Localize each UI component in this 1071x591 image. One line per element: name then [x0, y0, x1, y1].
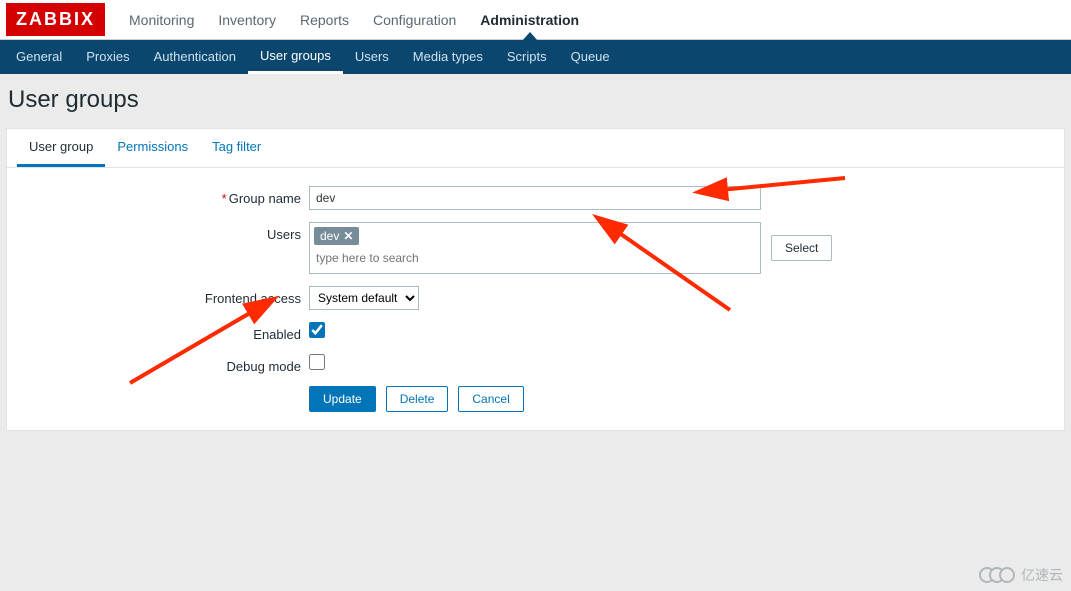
nav-inventory[interactable]: Inventory	[206, 0, 288, 40]
label-group-name: *Group name	[19, 186, 309, 206]
user-tag[interactable]: dev ✕	[314, 227, 359, 245]
nav-reports[interactable]: Reports	[288, 0, 361, 40]
cancel-button[interactable]: Cancel	[458, 386, 523, 412]
users-search-input[interactable]	[314, 247, 756, 269]
tabs: User group Permissions Tag filter	[7, 129, 1064, 168]
tab-tag-filter[interactable]: Tag filter	[200, 129, 273, 167]
label-enabled: Enabled	[19, 322, 309, 342]
frontend-access-select[interactable]: System default	[309, 286, 419, 310]
group-name-input[interactable]	[309, 186, 761, 210]
subnav-users[interactable]: Users	[343, 40, 401, 74]
users-multiselect[interactable]: dev ✕	[309, 222, 761, 274]
watermark: 亿速云	[979, 565, 1063, 585]
delete-button[interactable]: Delete	[386, 386, 449, 412]
tab-permissions[interactable]: Permissions	[105, 129, 200, 167]
watermark-icon	[979, 567, 1015, 583]
subnav-scripts[interactable]: Scripts	[495, 40, 559, 74]
subnav-media-types[interactable]: Media types	[401, 40, 495, 74]
label-frontend-access: Frontend access	[19, 286, 309, 306]
page-title: User groups	[0, 74, 1071, 128]
select-button[interactable]: Select	[771, 235, 832, 261]
logo[interactable]: ZABBIX	[6, 3, 105, 36]
form-card: User group Permissions Tag filter *Group…	[6, 128, 1065, 431]
subnav-general[interactable]: General	[4, 40, 74, 74]
sub-nav: General Proxies Authentication User grou…	[0, 40, 1071, 74]
label-debug-mode: Debug mode	[19, 354, 309, 374]
debug-mode-checkbox[interactable]	[309, 354, 325, 370]
form-body: *Group name Users dev ✕ Select Frontend …	[7, 168, 1064, 430]
subnav-user-groups[interactable]: User groups	[248, 40, 343, 74]
update-button[interactable]: Update	[309, 386, 376, 412]
remove-tag-icon[interactable]: ✕	[343, 229, 353, 243]
label-users: Users	[19, 222, 309, 242]
subnav-proxies[interactable]: Proxies	[74, 40, 141, 74]
subnav-queue[interactable]: Queue	[559, 40, 622, 74]
tab-user-group[interactable]: User group	[17, 129, 105, 167]
user-tag-label: dev	[320, 229, 339, 243]
top-nav: ZABBIX Monitoring Inventory Reports Conf…	[0, 0, 1071, 40]
nav-configuration[interactable]: Configuration	[361, 0, 468, 40]
watermark-text: 亿速云	[1021, 565, 1063, 585]
subnav-authentication[interactable]: Authentication	[142, 40, 248, 74]
nav-administration[interactable]: Administration	[468, 0, 591, 40]
nav-monitoring[interactable]: Monitoring	[117, 0, 206, 40]
enabled-checkbox[interactable]	[309, 322, 325, 338]
